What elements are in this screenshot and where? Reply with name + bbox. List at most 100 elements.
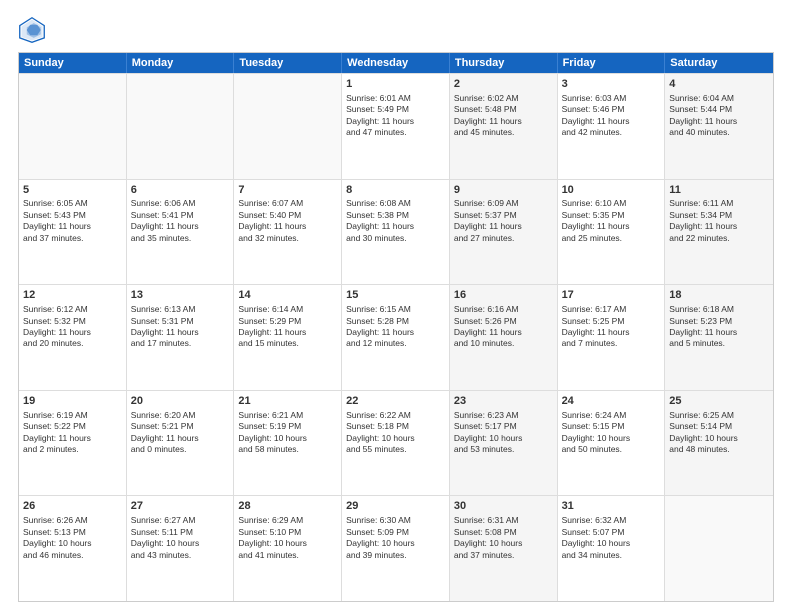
calendar-day-header: Wednesday xyxy=(342,53,450,73)
day-number: 10 xyxy=(562,183,661,198)
calendar-day-header: Saturday xyxy=(665,53,773,73)
day-number: 16 xyxy=(454,288,553,303)
calendar-cell: 12Sunrise: 6:12 AM Sunset: 5:32 PM Dayli… xyxy=(19,285,127,390)
cell-info: Sunrise: 6:09 AM Sunset: 5:37 PM Dayligh… xyxy=(454,198,553,244)
calendar-cell xyxy=(234,74,342,179)
cell-info: Sunrise: 6:31 AM Sunset: 5:08 PM Dayligh… xyxy=(454,515,553,561)
calendar-cell: 25Sunrise: 6:25 AM Sunset: 5:14 PM Dayli… xyxy=(665,391,773,496)
cell-info: Sunrise: 6:10 AM Sunset: 5:35 PM Dayligh… xyxy=(562,198,661,244)
day-number: 24 xyxy=(562,394,661,409)
calendar-row: 12Sunrise: 6:12 AM Sunset: 5:32 PM Dayli… xyxy=(19,284,773,390)
cell-info: Sunrise: 6:20 AM Sunset: 5:21 PM Dayligh… xyxy=(131,410,230,456)
calendar-cell: 11Sunrise: 6:11 AM Sunset: 5:34 PM Dayli… xyxy=(665,180,773,285)
day-number: 19 xyxy=(23,394,122,409)
calendar-cell: 5Sunrise: 6:05 AM Sunset: 5:43 PM Daylig… xyxy=(19,180,127,285)
day-number: 21 xyxy=(238,394,337,409)
header xyxy=(18,16,774,44)
calendar-cell: 14Sunrise: 6:14 AM Sunset: 5:29 PM Dayli… xyxy=(234,285,342,390)
cell-info: Sunrise: 6:08 AM Sunset: 5:38 PM Dayligh… xyxy=(346,198,445,244)
day-number: 22 xyxy=(346,394,445,409)
calendar-cell xyxy=(127,74,235,179)
day-number: 25 xyxy=(669,394,769,409)
calendar-day-header: Thursday xyxy=(450,53,558,73)
calendar-day-header: Monday xyxy=(127,53,235,73)
cell-info: Sunrise: 6:15 AM Sunset: 5:28 PM Dayligh… xyxy=(346,304,445,350)
cell-info: Sunrise: 6:30 AM Sunset: 5:09 PM Dayligh… xyxy=(346,515,445,561)
calendar-cell: 29Sunrise: 6:30 AM Sunset: 5:09 PM Dayli… xyxy=(342,496,450,601)
cell-info: Sunrise: 6:25 AM Sunset: 5:14 PM Dayligh… xyxy=(669,410,769,456)
cell-info: Sunrise: 6:02 AM Sunset: 5:48 PM Dayligh… xyxy=(454,93,553,139)
cell-info: Sunrise: 6:03 AM Sunset: 5:46 PM Dayligh… xyxy=(562,93,661,139)
calendar-cell: 20Sunrise: 6:20 AM Sunset: 5:21 PM Dayli… xyxy=(127,391,235,496)
day-number: 20 xyxy=(131,394,230,409)
cell-info: Sunrise: 6:19 AM Sunset: 5:22 PM Dayligh… xyxy=(23,410,122,456)
day-number: 15 xyxy=(346,288,445,303)
calendar-cell: 23Sunrise: 6:23 AM Sunset: 5:17 PM Dayli… xyxy=(450,391,558,496)
cell-info: Sunrise: 6:05 AM Sunset: 5:43 PM Dayligh… xyxy=(23,198,122,244)
calendar-cell: 26Sunrise: 6:26 AM Sunset: 5:13 PM Dayli… xyxy=(19,496,127,601)
calendar-cell: 1Sunrise: 6:01 AM Sunset: 5:49 PM Daylig… xyxy=(342,74,450,179)
day-number: 14 xyxy=(238,288,337,303)
cell-info: Sunrise: 6:32 AM Sunset: 5:07 PM Dayligh… xyxy=(562,515,661,561)
day-number: 30 xyxy=(454,499,553,514)
calendar-day-header: Tuesday xyxy=(234,53,342,73)
calendar-cell: 18Sunrise: 6:18 AM Sunset: 5:23 PM Dayli… xyxy=(665,285,773,390)
calendar-body: 1Sunrise: 6:01 AM Sunset: 5:49 PM Daylig… xyxy=(19,73,773,601)
calendar-cell: 3Sunrise: 6:03 AM Sunset: 5:46 PM Daylig… xyxy=(558,74,666,179)
page: SundayMondayTuesdayWednesdayThursdayFrid… xyxy=(0,0,792,612)
cell-info: Sunrise: 6:01 AM Sunset: 5:49 PM Dayligh… xyxy=(346,93,445,139)
calendar-cell: 9Sunrise: 6:09 AM Sunset: 5:37 PM Daylig… xyxy=(450,180,558,285)
cell-info: Sunrise: 6:07 AM Sunset: 5:40 PM Dayligh… xyxy=(238,198,337,244)
calendar-cell: 30Sunrise: 6:31 AM Sunset: 5:08 PM Dayli… xyxy=(450,496,558,601)
day-number: 4 xyxy=(669,77,769,92)
day-number: 31 xyxy=(562,499,661,514)
cell-info: Sunrise: 6:18 AM Sunset: 5:23 PM Dayligh… xyxy=(669,304,769,350)
calendar-cell: 16Sunrise: 6:16 AM Sunset: 5:26 PM Dayli… xyxy=(450,285,558,390)
day-number: 13 xyxy=(131,288,230,303)
day-number: 28 xyxy=(238,499,337,514)
day-number: 17 xyxy=(562,288,661,303)
cell-info: Sunrise: 6:14 AM Sunset: 5:29 PM Dayligh… xyxy=(238,304,337,350)
day-number: 3 xyxy=(562,77,661,92)
cell-info: Sunrise: 6:29 AM Sunset: 5:10 PM Dayligh… xyxy=(238,515,337,561)
day-number: 27 xyxy=(131,499,230,514)
day-number: 12 xyxy=(23,288,122,303)
calendar-cell: 27Sunrise: 6:27 AM Sunset: 5:11 PM Dayli… xyxy=(127,496,235,601)
calendar-cell: 15Sunrise: 6:15 AM Sunset: 5:28 PM Dayli… xyxy=(342,285,450,390)
calendar-cell: 10Sunrise: 6:10 AM Sunset: 5:35 PM Dayli… xyxy=(558,180,666,285)
calendar-row: 1Sunrise: 6:01 AM Sunset: 5:49 PM Daylig… xyxy=(19,73,773,179)
day-number: 11 xyxy=(669,183,769,198)
cell-info: Sunrise: 6:26 AM Sunset: 5:13 PM Dayligh… xyxy=(23,515,122,561)
cell-info: Sunrise: 6:06 AM Sunset: 5:41 PM Dayligh… xyxy=(131,198,230,244)
calendar-cell: 7Sunrise: 6:07 AM Sunset: 5:40 PM Daylig… xyxy=(234,180,342,285)
cell-info: Sunrise: 6:24 AM Sunset: 5:15 PM Dayligh… xyxy=(562,410,661,456)
cell-info: Sunrise: 6:16 AM Sunset: 5:26 PM Dayligh… xyxy=(454,304,553,350)
logo xyxy=(18,16,50,44)
cell-info: Sunrise: 6:23 AM Sunset: 5:17 PM Dayligh… xyxy=(454,410,553,456)
calendar-cell: 13Sunrise: 6:13 AM Sunset: 5:31 PM Dayli… xyxy=(127,285,235,390)
cell-info: Sunrise: 6:21 AM Sunset: 5:19 PM Dayligh… xyxy=(238,410,337,456)
day-number: 9 xyxy=(454,183,553,198)
day-number: 26 xyxy=(23,499,122,514)
calendar-cell: 19Sunrise: 6:19 AM Sunset: 5:22 PM Dayli… xyxy=(19,391,127,496)
calendar-cell: 4Sunrise: 6:04 AM Sunset: 5:44 PM Daylig… xyxy=(665,74,773,179)
cell-info: Sunrise: 6:27 AM Sunset: 5:11 PM Dayligh… xyxy=(131,515,230,561)
calendar-cell: 24Sunrise: 6:24 AM Sunset: 5:15 PM Dayli… xyxy=(558,391,666,496)
cell-info: Sunrise: 6:13 AM Sunset: 5:31 PM Dayligh… xyxy=(131,304,230,350)
day-number: 5 xyxy=(23,183,122,198)
calendar-cell: 17Sunrise: 6:17 AM Sunset: 5:25 PM Dayli… xyxy=(558,285,666,390)
day-number: 2 xyxy=(454,77,553,92)
calendar-cell: 2Sunrise: 6:02 AM Sunset: 5:48 PM Daylig… xyxy=(450,74,558,179)
calendar-cell: 8Sunrise: 6:08 AM Sunset: 5:38 PM Daylig… xyxy=(342,180,450,285)
calendar-row: 5Sunrise: 6:05 AM Sunset: 5:43 PM Daylig… xyxy=(19,179,773,285)
day-number: 1 xyxy=(346,77,445,92)
calendar-cell: 21Sunrise: 6:21 AM Sunset: 5:19 PM Dayli… xyxy=(234,391,342,496)
cell-info: Sunrise: 6:04 AM Sunset: 5:44 PM Dayligh… xyxy=(669,93,769,139)
calendar-cell: 28Sunrise: 6:29 AM Sunset: 5:10 PM Dayli… xyxy=(234,496,342,601)
calendar-cell: 22Sunrise: 6:22 AM Sunset: 5:18 PM Dayli… xyxy=(342,391,450,496)
day-number: 29 xyxy=(346,499,445,514)
calendar-day-header: Sunday xyxy=(19,53,127,73)
cell-info: Sunrise: 6:11 AM Sunset: 5:34 PM Dayligh… xyxy=(669,198,769,244)
day-number: 7 xyxy=(238,183,337,198)
calendar-cell: 6Sunrise: 6:06 AM Sunset: 5:41 PM Daylig… xyxy=(127,180,235,285)
